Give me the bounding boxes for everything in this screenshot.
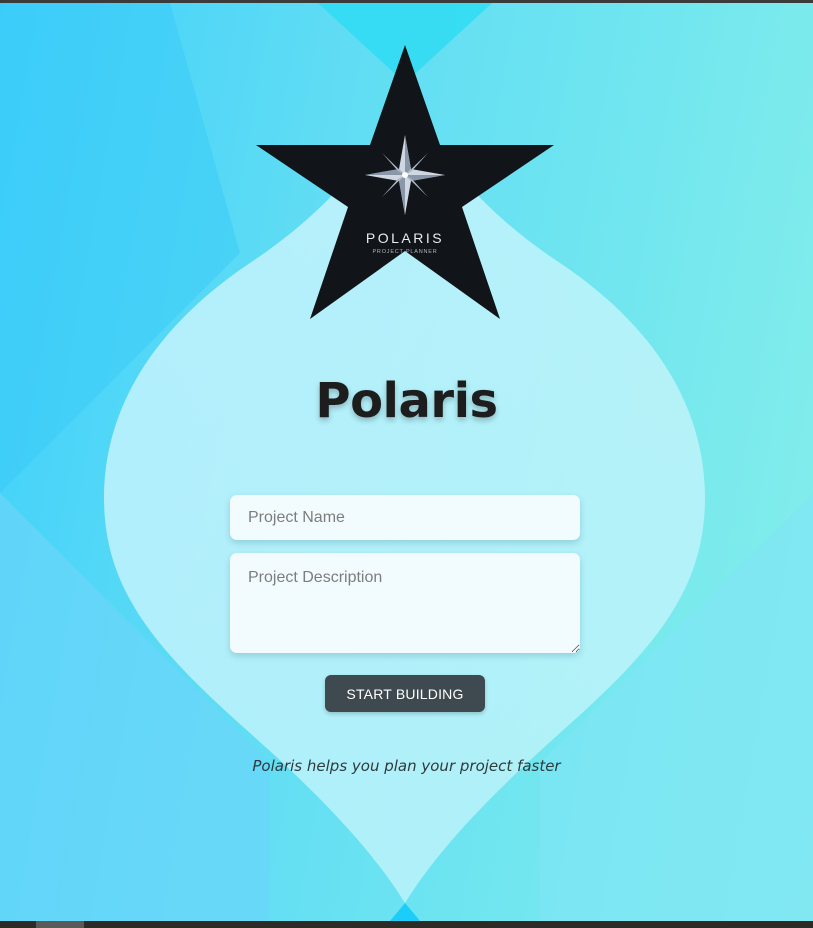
landing-page: POLARIS PROJECT PLANNER Polaris START BU…: [0, 3, 813, 921]
window-bottom-bar: [0, 921, 813, 928]
logo-subtitle: PROJECT PLANNER: [372, 249, 437, 255]
tagline: Polaris helps you plan your project fast…: [252, 757, 561, 775]
taskbar-item[interactable]: [36, 921, 84, 928]
project-name-input[interactable]: [230, 495, 580, 540]
page-title: Polaris: [315, 373, 498, 429]
project-description-input[interactable]: [230, 553, 580, 653]
polaris-logo: POLARIS PROJECT PLANNER: [256, 45, 554, 319]
start-building-button[interactable]: START BUILDING: [325, 675, 485, 712]
logo-wordmark: POLARIS: [366, 230, 444, 246]
